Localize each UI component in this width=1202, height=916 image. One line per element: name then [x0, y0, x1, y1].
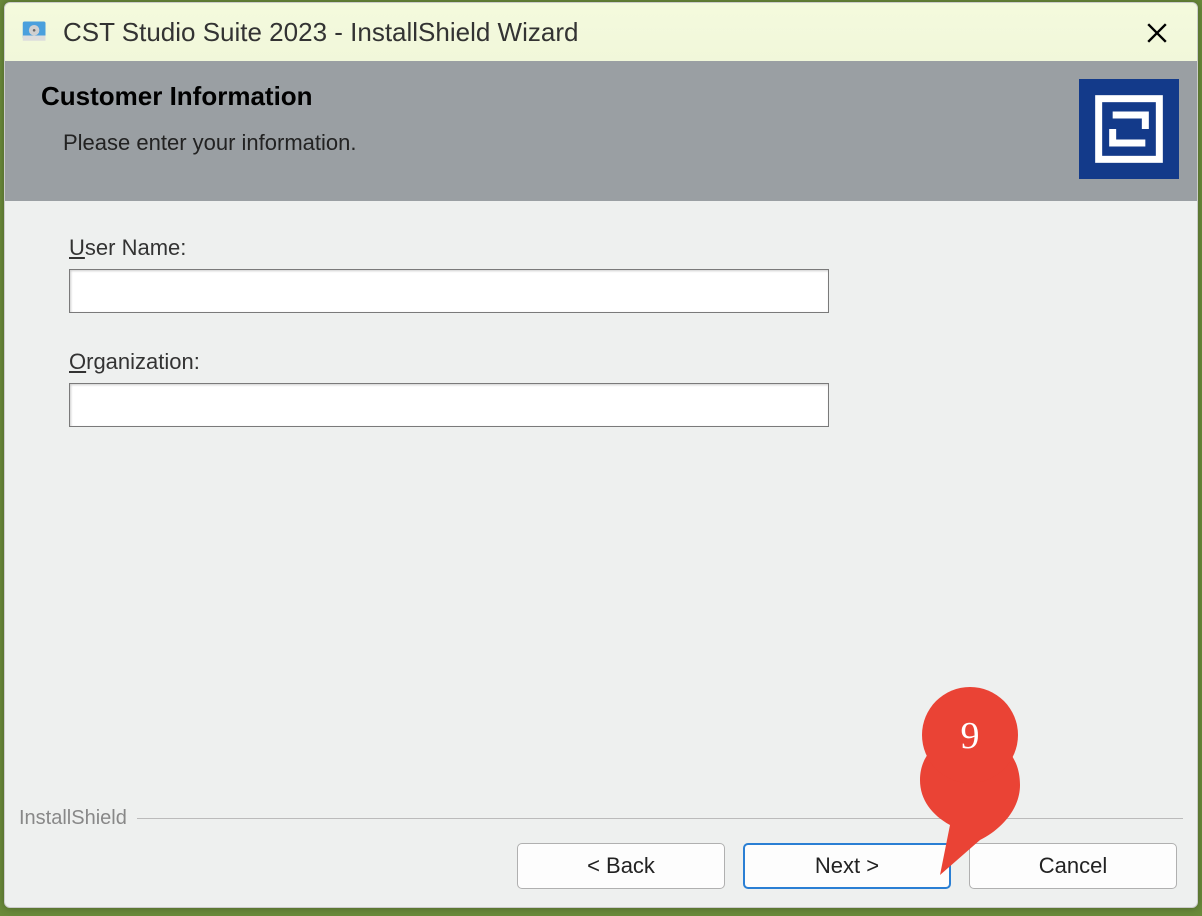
content-area: User Name: Organization: — [5, 201, 1197, 463]
next-button[interactable]: Next > — [743, 843, 951, 889]
username-label: User Name: — [69, 235, 1133, 261]
close-icon — [1146, 22, 1168, 44]
organization-input[interactable] — [69, 383, 829, 427]
organization-label: Organization: — [69, 349, 1133, 375]
username-input[interactable] — [69, 269, 829, 313]
installer-app-icon — [21, 18, 49, 46]
back-button[interactable]: < Back — [517, 843, 725, 889]
cancel-button[interactable]: Cancel — [969, 843, 1177, 889]
titlebar: CST Studio Suite 2023 - InstallShield Wi… — [5, 3, 1197, 61]
footer-divider: InstallShield — [19, 807, 1183, 830]
page-title: Customer Information — [41, 81, 1161, 112]
window-title: CST Studio Suite 2023 - InstallShield Wi… — [63, 17, 578, 48]
footer-line — [137, 818, 1183, 819]
header-band: Customer Information Please enter your i… — [5, 61, 1197, 201]
cst-logo-icon — [1094, 94, 1164, 164]
cst-logo — [1079, 79, 1179, 179]
footer-brand-text: InstallShield — [19, 807, 127, 830]
close-button[interactable] — [1141, 17, 1173, 49]
page-subtitle: Please enter your information. — [63, 130, 1161, 156]
button-row: < Back Next > Cancel — [517, 843, 1177, 889]
installer-window: CST Studio Suite 2023 - InstallShield Wi… — [4, 2, 1198, 908]
